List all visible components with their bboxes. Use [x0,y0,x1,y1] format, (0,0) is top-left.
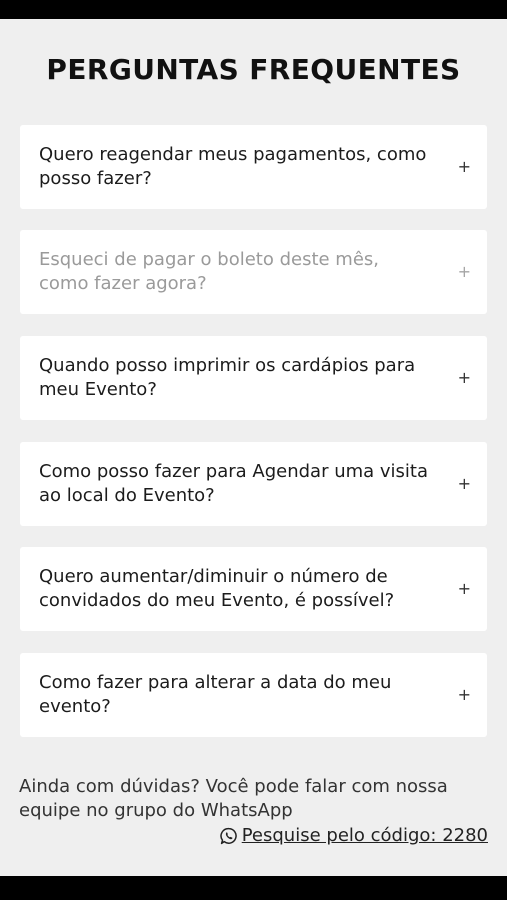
plus-icon[interactable]: + [458,159,471,175]
faq-screen: PERGUNTAS FREQUENTES Quero reagendar meu… [0,19,507,876]
faq-question: Esqueci de pagar o boleto deste mês, com… [39,249,380,294]
whatsapp-code-link[interactable]: Pesquise pelo código: 2280 [220,825,488,846]
faq-item[interactable]: Quando posso imprimir os cardápios para … [20,336,487,420]
plus-icon[interactable]: + [458,264,471,280]
whatsapp-icon [220,827,238,845]
faq-item[interactable]: Esqueci de pagar o boleto deste mês, com… [20,230,487,314]
faq-question: Quando posso imprimir os cardápios para … [39,355,416,400]
plus-icon[interactable]: + [458,581,471,597]
bottom-bar [0,876,507,900]
whatsapp-code-label: Pesquise pelo código: 2280 [241,825,488,846]
page-title: PERGUNTAS FREQUENTES [46,53,461,86]
faq-question: Quero reagendar meus pagamentos, como po… [39,144,427,189]
plus-icon[interactable]: + [458,476,471,492]
faq-question: Como posso fazer para Agendar uma visita… [39,461,429,506]
faq-question: Quero aumentar/diminuir o número de conv… [39,566,395,611]
plus-icon[interactable]: + [458,370,471,386]
faq-item[interactable]: Como fazer para alterar a data do meu ev… [20,653,487,737]
plus-icon[interactable]: + [458,687,471,703]
faq-item[interactable]: Quero reagendar meus pagamentos, como po… [20,125,487,209]
faq-question: Como fazer para alterar a data do meu ev… [39,672,392,717]
faq-item[interactable]: Como posso fazer para Agendar uma visita… [20,442,487,526]
footer-help-text: Ainda com dúvidas? Você pode falar com n… [19,776,448,821]
faq-item[interactable]: Quero aumentar/diminuir o número de conv… [20,547,487,631]
top-bar [0,0,507,19]
